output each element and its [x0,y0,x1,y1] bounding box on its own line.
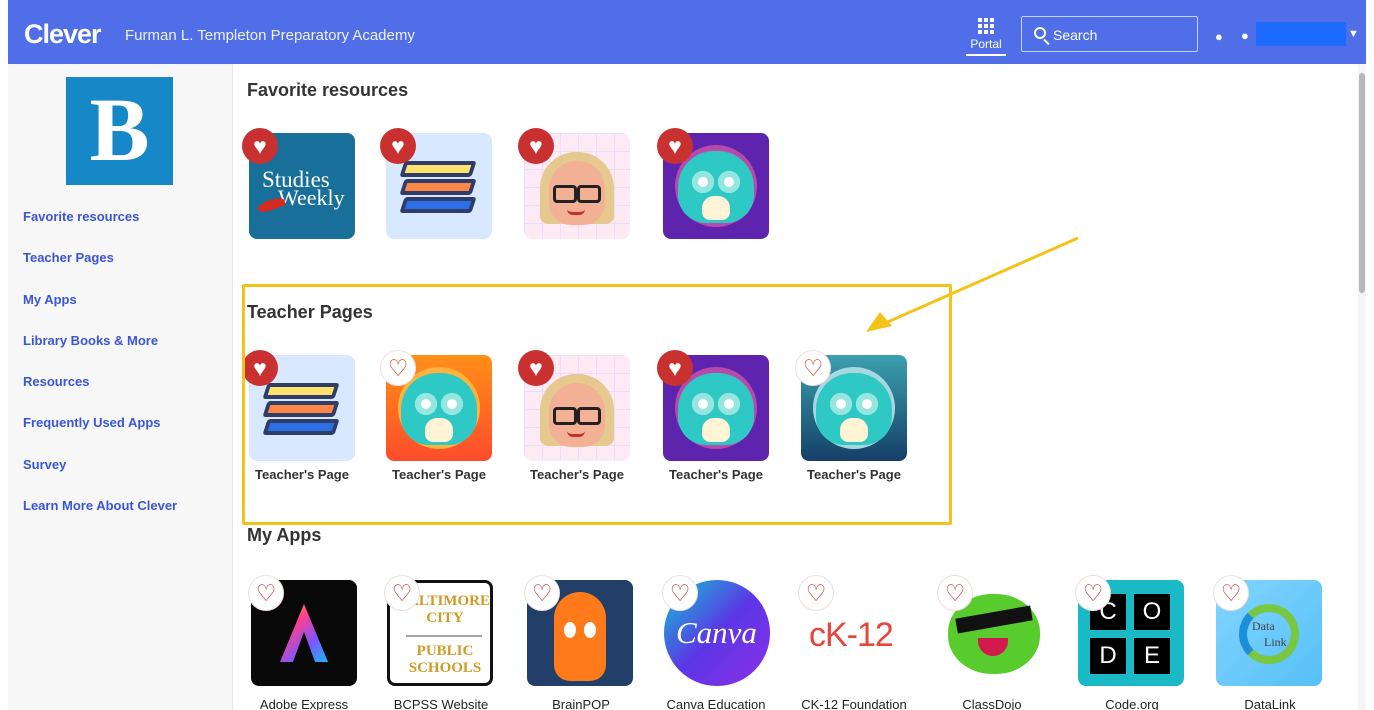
search-input[interactable]: Search [1021,16,1198,52]
code-letter-o: O [1134,594,1170,630]
heart-outline-icon[interactable]: ♡ [1075,575,1111,611]
heart-outline-icon[interactable]: ♡ [937,575,973,611]
robot-eye-icon [564,622,576,638]
search-icon [1034,27,1046,39]
callout-arrow-icon [866,236,1079,332]
sidebar-item-favorite-resources[interactable]: Favorite resources [23,209,139,224]
top-navigation-bar: Clever Furman L. Templeton Preparatory A… [8,0,1366,64]
app-label-ck12-foundation[interactable]: CK-12 Foundation [799,697,909,710]
logo-divider [406,635,482,637]
code-letter-d: D [1090,638,1126,674]
canva-logo-text: Canva [676,615,757,650]
app-label-bcpss-website[interactable]: BCPSS Website? [386,697,496,710]
robot-eye-icon [584,622,596,638]
section-title-favorites: Favorite resources [247,80,409,100]
vertical-scrollbar[interactable] [1358,64,1366,710]
apple-icon [256,195,286,215]
studies-weekly-logo-text-2: Weekly [278,185,345,210]
code-letter-e: E [1134,638,1170,674]
clever-portal-page: Clever Furman L. Templeton Preparatory A… [8,0,1366,710]
baltimore-text-4: SCHOOLS [408,660,482,676]
portal-grid-icon [978,18,994,34]
app-label-datalink[interactable]: DataLink [1215,697,1325,710]
heart-outline-icon[interactable]: ♡ [1213,575,1249,611]
sidebar-item-learn-more[interactable]: Learn More About Clever [23,498,177,513]
heart-outline-icon[interactable]: ♡ [662,575,698,611]
favorite-heart-icon[interactable]: ♥ [242,128,278,164]
datalink-cycle-icon [1239,604,1299,664]
orange-book-icon [399,179,477,195]
teacher-pages-highlight-box [242,284,952,525]
clever-logo[interactable]: Clever [24,19,102,50]
glasses-icon [553,185,601,203]
heart-outline-icon[interactable]: ♡ [248,575,284,611]
ck12-logo-text: cK-12 [809,616,894,654]
yellow-book-icon [399,161,477,177]
search-placeholder: Search [1053,27,1098,43]
baltimore-text-3: PUBLIC [416,643,474,659]
notification-bell-icon[interactable]: ● [1215,29,1223,44]
portal-button[interactable]: Portal [966,16,1006,58]
user-menu-chevron-icon[interactable]: ▼ [1348,28,1359,40]
blue-book-icon [399,197,477,213]
datalink-logo-text-1: Data [1252,619,1275,633]
app-label-classdojo[interactable]: ClassDojo [937,697,1047,710]
favorite-heart-icon[interactable]: ♥ [518,128,554,164]
adobe-a-icon [280,604,328,662]
app-label-code-org[interactable]: Code.org [1077,697,1187,710]
sidebar-item-frequently-used-apps[interactable]: Frequently Used Apps [23,415,160,430]
owl-icon [678,151,754,223]
sidebar-item-survey[interactable]: Survey [23,457,66,472]
school-brand-logo: B [66,77,173,185]
heart-outline-icon[interactable]: ♡ [798,575,834,611]
datalink-logo-text-2: Link [1264,635,1287,649]
favorite-heart-icon[interactable]: ♥ [380,128,416,164]
sidebar-item-teacher-pages[interactable]: Teacher Pages [23,250,114,265]
app-label-adobe-express[interactable]: Adobe Express [249,697,359,710]
app-label-canva-education[interactable]: Canva Education [661,697,771,710]
sidebar-item-resources[interactable]: Resources [23,374,89,389]
sidebar-item-library-books[interactable]: Library Books & More [23,333,158,348]
school-name: Furman L. Templeton Preparatory Academy [125,27,415,44]
portal-active-indicator [966,54,1006,56]
portal-label: Portal [970,37,1002,51]
sidebar: B Favorite resources Teacher Pages My Ap… [8,64,233,710]
favorite-heart-icon[interactable]: ♥ [657,128,693,164]
user-icon[interactable]: ● [1241,28,1249,43]
user-name-redacted[interactable] [1256,22,1346,46]
heart-outline-icon[interactable]: ♡ [524,575,560,611]
app-label-brainpop[interactable]: BrainPOP [526,697,636,710]
scrollbar-thumb[interactable] [1359,73,1365,293]
brainpop-robot-icon [554,592,606,681]
heart-outline-icon[interactable]: ♡ [384,575,420,611]
section-title-my-apps: My Apps [247,525,322,545]
baltimore-text-2: CITY [426,610,464,626]
sidebar-item-my-apps[interactable]: My Apps [23,292,77,307]
